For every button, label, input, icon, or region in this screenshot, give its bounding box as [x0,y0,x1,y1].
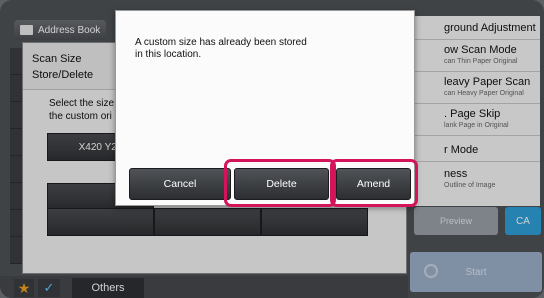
delete-highlight [224,159,336,207]
dialog-message: A custom size has already been stored in… [135,37,307,60]
amend-highlight [330,159,418,207]
cancel-label: Cancel [163,178,197,190]
scanner-screen: Address Book Scan Size Store/Delete Sele… [0,0,544,298]
confirm-dialog: A custom size has already been stored in… [115,10,418,207]
cancel-button[interactable]: Cancel [129,168,231,200]
